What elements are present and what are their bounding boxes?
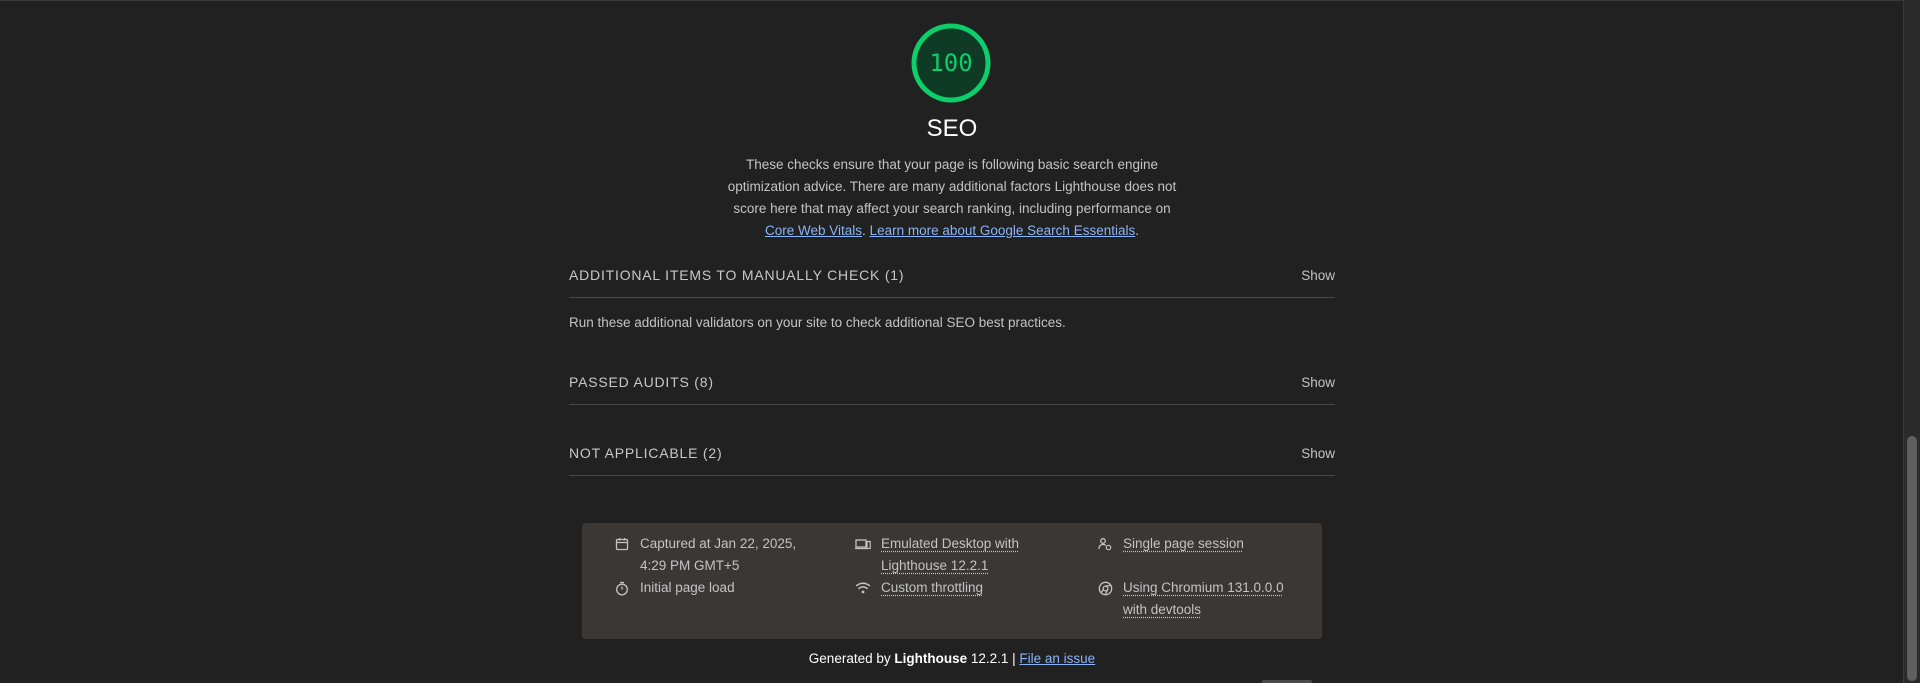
devices-icon	[854, 533, 872, 555]
group-not-applicable[interactable]: NOT APPLICABLE (2) Show	[569, 431, 1335, 476]
category-description: These checks ensure that your page is fo…	[727, 154, 1177, 242]
top-divider	[0, 0, 1904, 1]
group-title: PASSED AUDITS (8)	[569, 374, 714, 390]
version-text: 12.2.1 |	[967, 651, 1020, 666]
group-manual-checks[interactable]: ADDITIONAL ITEMS TO MANUALLY CHECK (1) S…	[569, 253, 1335, 298]
description-separator: .	[862, 223, 870, 238]
load-text: Initial page load	[640, 580, 735, 595]
description-text: These checks ensure that your page is fo…	[727, 157, 1177, 216]
group-title: ADDITIONAL ITEMS TO MANUALLY CHECK (1)	[569, 267, 905, 283]
env-load: Initial page load	[613, 577, 813, 599]
core-web-vitals-link[interactable]: Core Web Vitals	[765, 223, 862, 238]
show-button[interactable]: Show	[1301, 446, 1335, 461]
captured-text: Captured at Jan 22, 2025, 4:29 PM GMT+5	[640, 536, 797, 573]
scrollbar-thumb[interactable]	[1907, 436, 1917, 681]
score-gauge[interactable]: 100	[910, 22, 992, 104]
category-title: SEO	[926, 115, 978, 142]
learn-more-link[interactable]: Learn more about Google Search Essential…	[870, 223, 1136, 238]
browser-link[interactable]: Using Chromium 131.0.0.0 with devtools	[1123, 577, 1296, 621]
group-title: NOT APPLICABLE (2)	[569, 445, 723, 461]
lighthouse-report: 100 SEO These checks ensure that your pa…	[0, 0, 1920, 683]
user-session-icon	[1096, 533, 1114, 555]
generated-by-text: Generated by	[808, 651, 895, 666]
env-throttling: Custom throttling	[854, 577, 1034, 599]
stopwatch-icon	[613, 577, 631, 599]
env-emulation: Emulated Desktop with Lighthouse 12.2.1	[854, 533, 1034, 577]
group-passed-audits[interactable]: PASSED AUDITS (8) Show	[569, 360, 1335, 405]
score-value: 100	[929, 49, 973, 77]
throttling-link[interactable]: Custom throttling	[881, 577, 983, 599]
description-end: .	[1135, 223, 1139, 238]
session-link[interactable]: Single page session	[1123, 533, 1244, 555]
chromium-icon	[1096, 577, 1114, 599]
product-name: Lighthouse	[894, 651, 968, 666]
vertical-scrollbar[interactable]	[1903, 0, 1920, 683]
calendar-icon	[613, 533, 631, 555]
runtime-settings-box: Captured at Jan 22, 2025, 4:29 PM GMT+5 …	[582, 523, 1322, 639]
env-captured: Captured at Jan 22, 2025, 4:29 PM GMT+5	[613, 533, 813, 577]
group-description: Run these additional validators on your …	[569, 315, 1066, 330]
file-issue-link[interactable]: File an issue	[1019, 651, 1095, 666]
show-button[interactable]: Show	[1301, 375, 1335, 390]
wifi-icon	[854, 577, 872, 599]
env-session: Single page session	[1096, 533, 1296, 555]
report-footer: Generated by Lighthouse 12.2.1 | File an…	[0, 651, 1904, 666]
show-button[interactable]: Show	[1301, 268, 1335, 283]
env-browser: Using Chromium 131.0.0.0 with devtools	[1096, 577, 1296, 621]
emulation-link[interactable]: Emulated Desktop with Lighthouse 12.2.1	[881, 533, 1034, 577]
